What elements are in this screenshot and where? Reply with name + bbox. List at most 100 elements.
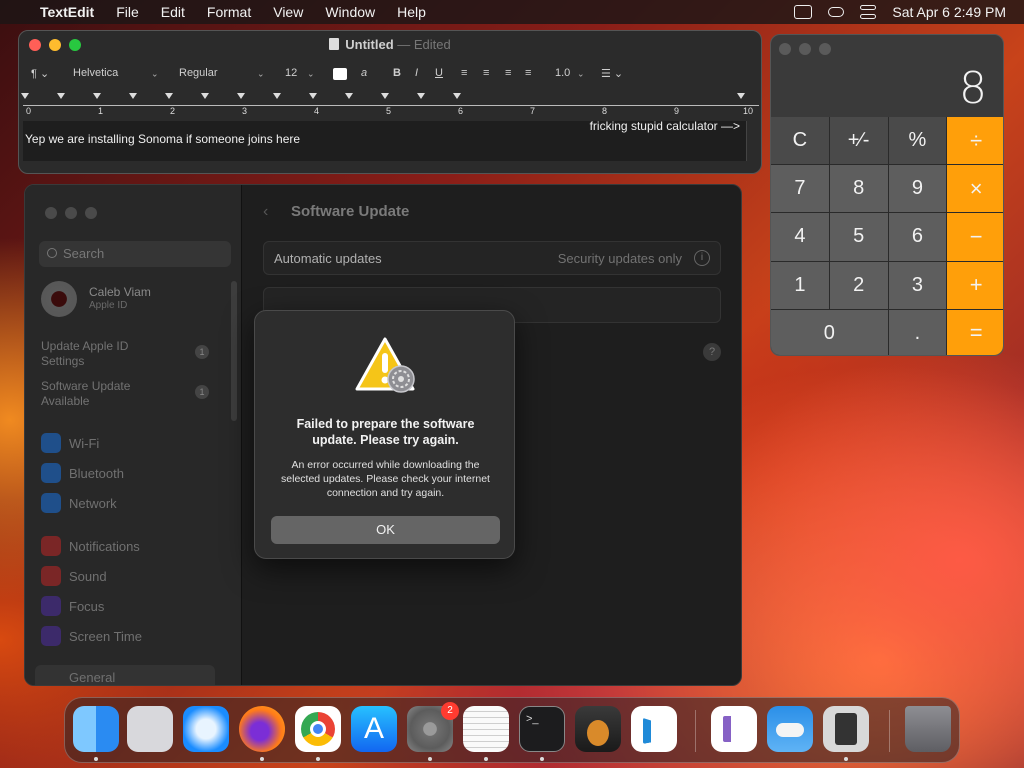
body-text-line: fricking stupid calculator —> (589, 119, 740, 133)
safari-icon[interactable] (183, 706, 229, 752)
sign-toggle-key[interactable]: +∕- (829, 117, 888, 165)
digit-6-key[interactable]: 6 (888, 213, 947, 261)
line-spacing-select[interactable]: 1.0 (549, 65, 589, 83)
info-icon[interactable]: i (694, 250, 710, 266)
sound-icon (41, 566, 61, 586)
weather-icon[interactable] (767, 706, 813, 752)
apple-id-account[interactable]: Caleb Viam Apple ID (41, 281, 231, 317)
launchpad-icon[interactable] (127, 706, 173, 752)
text-color-well[interactable] (333, 68, 347, 80)
digit-8-key[interactable]: 8 (829, 165, 888, 213)
zoom-button[interactable] (85, 207, 97, 219)
ruler-number: 2 (170, 106, 176, 116)
left-margin-marker[interactable] (21, 93, 29, 99)
app-store-icon[interactable]: A (351, 706, 397, 752)
menu-help[interactable]: Help (397, 4, 426, 20)
font-family-select[interactable]: Helvetica (67, 65, 163, 83)
calculator-icon[interactable] (823, 706, 869, 752)
terminal-icon[interactable]: >_ (519, 706, 565, 752)
list-bullets-icon[interactable]: ☰ ⌄ (601, 67, 623, 80)
italic-button[interactable]: I (415, 67, 418, 79)
user-subtitle: Apple ID (89, 300, 128, 311)
ruler-number: 1 (98, 106, 104, 116)
decimal-key[interactable]: . (888, 309, 947, 355)
add-key[interactable]: + (947, 261, 1003, 309)
text-area[interactable]: Yep we are installing Sonoma if someone … (23, 119, 747, 161)
digit-5-key[interactable]: 5 (829, 213, 888, 261)
back-chevron-icon[interactable]: ‹ (263, 203, 268, 221)
digit-9-key[interactable]: 9 (888, 165, 947, 213)
menu-edit[interactable]: Edit (161, 4, 185, 20)
visual-studio-icon[interactable] (711, 706, 757, 752)
multiply-key[interactable]: × (947, 165, 1003, 213)
textedit-icon[interactable] (463, 706, 509, 752)
paragraph-styles-button[interactable]: ¶ ⌄ (31, 67, 49, 80)
underline-button[interactable]: U (435, 67, 443, 79)
divide-key[interactable]: ÷ (947, 117, 1003, 165)
align-left-icon[interactable]: ≡ (461, 67, 467, 79)
digit-4-key[interactable]: 4 (771, 213, 829, 261)
textedit-titlebar: Untitled — Edited (19, 31, 761, 59)
font-size-select[interactable]: 12 (279, 65, 319, 83)
digit-1-key[interactable]: 1 (771, 261, 829, 309)
font-style-select[interactable]: Regular (173, 65, 269, 83)
chrome-icon[interactable] (295, 706, 341, 752)
right-margin-marker[interactable] (737, 93, 745, 99)
sidebar-item-sound[interactable]: Sound (41, 566, 107, 586)
close-button[interactable] (45, 207, 57, 219)
align-right-icon[interactable]: ≡ (505, 67, 511, 79)
sidebar-item-update-apple-id[interactable]: Update Apple ID Settings 1 (41, 339, 209, 369)
ruler-number: 10 (743, 106, 754, 116)
sidebar-item-screen-time[interactable]: Screen Time (41, 626, 142, 646)
menu-view[interactable]: View (273, 4, 303, 20)
screen-mirroring-icon[interactable] (794, 5, 813, 19)
ruler-number: 4 (314, 106, 320, 116)
help-button[interactable]: ? (703, 343, 721, 361)
clear-key[interactable]: C (771, 117, 829, 165)
notification-badge: 2 (441, 702, 459, 720)
percent-key[interactable]: % (888, 117, 947, 165)
sidebar-item-software-update-available[interactable]: Software Update Available 1 (41, 379, 209, 409)
menu-file[interactable]: File (116, 4, 139, 20)
subtract-key[interactable]: − (947, 213, 1003, 261)
zoom-button[interactable] (819, 43, 831, 55)
digit-0-key[interactable]: 0 (771, 309, 888, 355)
error-alert-dialog: Failed to prepare the software update. P… (254, 310, 515, 559)
sidebar-item-notifications[interactable]: Notifications (41, 536, 140, 556)
automatic-updates-row[interactable]: Automatic updates Security updates only … (263, 241, 721, 275)
cloud-icon[interactable] (828, 7, 845, 17)
alert-title: Failed to prepare the software update. P… (296, 417, 475, 447)
ruler[interactable]: 0 1 2 3 4 5 6 7 8 9 10 (21, 91, 759, 121)
equals-key[interactable]: = (947, 309, 1003, 355)
menu-format[interactable]: Format (207, 4, 251, 20)
digit-7-key[interactable]: 7 (771, 165, 829, 213)
finder-icon[interactable] (73, 706, 119, 752)
sidebar-item-focus[interactable]: Focus (41, 596, 104, 616)
digit-3-key[interactable]: 3 (888, 261, 947, 309)
sidebar-item-bluetooth[interactable]: Bluetooth (41, 463, 124, 483)
align-center-icon[interactable]: ≡ (483, 67, 489, 79)
highlight-color-icon[interactable]: a (361, 67, 367, 79)
alert-message: An error occurred while downloading the … (281, 459, 490, 499)
minimize-button[interactable] (799, 43, 811, 55)
menu-app-name[interactable]: TextEdit (40, 4, 94, 20)
control-center-icon[interactable] (860, 5, 877, 19)
minimize-button[interactable] (65, 207, 77, 219)
user-name: Caleb Viam (89, 285, 151, 299)
garageband-icon[interactable] (575, 706, 621, 752)
sidebar-item-wifi[interactable]: Wi-Fi (41, 433, 99, 453)
menu-clock[interactable]: Sat Apr 6 2:49 PM (892, 4, 1006, 20)
justify-icon[interactable]: ≡ (525, 67, 531, 79)
sidebar-search-input[interactable]: Search (39, 241, 231, 267)
sidebar-item-general[interactable]: General (35, 665, 215, 685)
trash-icon[interactable] (905, 706, 951, 752)
ok-button[interactable]: OK (271, 516, 500, 544)
firefox-icon[interactable] (239, 706, 285, 752)
close-button[interactable] (779, 43, 791, 55)
digit-2-key[interactable]: 2 (829, 261, 888, 309)
sidebar-scrollbar[interactable] (231, 281, 237, 421)
bold-button[interactable]: B (393, 67, 401, 79)
menu-window[interactable]: Window (325, 4, 375, 20)
vscode-icon[interactable] (631, 706, 677, 752)
sidebar-item-network[interactable]: Network (41, 493, 117, 513)
